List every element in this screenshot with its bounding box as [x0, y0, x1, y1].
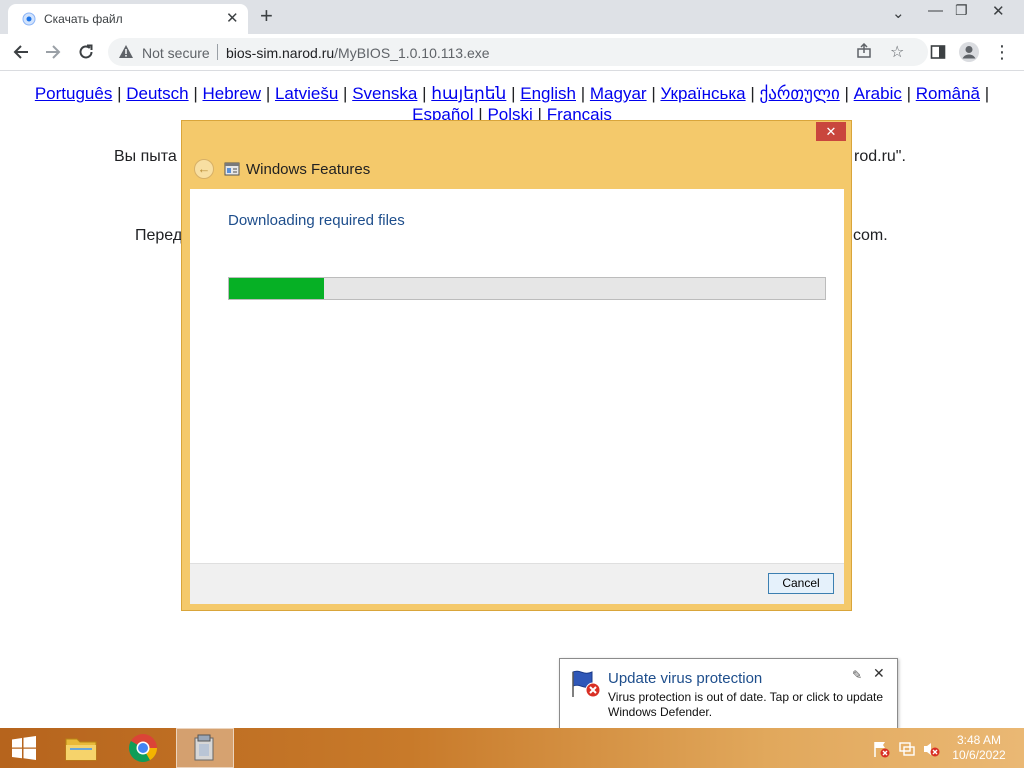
download-status-heading: Downloading required files	[228, 212, 405, 229]
taskbar-file-explorer[interactable]	[58, 728, 104, 768]
window-close-icon[interactable]: ✕	[992, 2, 1005, 20]
browser-toolbar: Not secure bios-sim.narod.ru/MyBIOS_1.0.…	[0, 34, 1024, 71]
language-link[interactable]: Magyar	[590, 84, 647, 103]
file-explorer-icon	[65, 738, 97, 761]
back-icon[interactable]	[9, 40, 33, 64]
notification-close-icon[interactable]: ✕	[873, 665, 885, 682]
dialog-close-button[interactable]: ✕	[816, 122, 846, 141]
language-link[interactable]: Deutsch	[126, 84, 188, 103]
language-link[interactable]: English	[520, 84, 576, 103]
windows-logo-icon	[12, 736, 36, 760]
language-separator: |	[265, 84, 271, 103]
network-icon[interactable]	[898, 740, 916, 758]
page-text-line2-left: Перед	[135, 227, 183, 244]
language-separator: |	[984, 84, 990, 103]
language-separator: |	[343, 84, 348, 103]
language-links: Português | Deutsch | Hebrew | Latviešu …	[20, 83, 1004, 125]
security-label[interactable]: Not secure	[142, 45, 210, 61]
notification-message: Virus protection is out of date. Tap or …	[608, 690, 884, 719]
back-arrow-icon[interactable]: ←	[194, 159, 214, 179]
language-link[interactable]: հայերեն	[431, 84, 506, 103]
language-link[interactable]: Arabic	[854, 84, 902, 103]
tab-close-icon[interactable]: ✕	[226, 9, 239, 27]
language-link[interactable]: Svenska	[352, 84, 417, 103]
new-tab-icon[interactable]: +	[260, 3, 273, 29]
system-clock[interactable]: 3:48 AM 10/6/2022	[946, 733, 1012, 763]
url-text[interactable]: bios-sim.narod.ru/MyBIOS_1.0.10.113.exe	[226, 45, 490, 61]
restore-icon[interactable]: ❐	[955, 2, 968, 19]
language-separator: |	[580, 84, 586, 103]
pin-icon[interactable]: ✎	[852, 668, 862, 682]
progress-fill	[229, 278, 325, 299]
taskbar-windows-features[interactable]	[176, 728, 234, 768]
clock-date: 10/6/2022	[952, 748, 1006, 762]
language-separator: |	[651, 84, 656, 103]
address-divider	[217, 44, 218, 60]
action-center-flag-icon[interactable]	[872, 740, 890, 758]
download-progress-bar	[228, 277, 826, 300]
address-bar[interactable]: Not secure bios-sim.narod.ru/MyBIOS_1.0.…	[108, 38, 928, 66]
url-host: bios-sim.narod.ru	[226, 45, 335, 61]
page-text-line2-right: com.	[853, 227, 888, 244]
language-link[interactable]: Latviešu	[275, 84, 338, 103]
dialog-title: Windows Features	[246, 161, 371, 178]
language-separator: |	[422, 84, 427, 103]
dialog-footer: Cancel	[190, 563, 844, 604]
windows-features-icon	[224, 162, 240, 176]
side-panel-icon[interactable]	[926, 40, 950, 64]
windows-features-dialog: ✕ ← Windows Features Downloading require…	[181, 120, 852, 611]
page-text-line1-left: Вы пыта	[114, 148, 177, 165]
tab-search-chevron-icon[interactable]: ⌄	[892, 4, 905, 22]
forward-icon[interactable]	[41, 40, 65, 64]
bookmark-star-icon[interactable]: ☆	[890, 42, 904, 62]
clock-time: 3:48 AM	[956, 733, 1002, 747]
dialog-body: Downloading required files	[190, 189, 844, 563]
notification-title: Update virus protection	[608, 670, 763, 687]
defender-notification[interactable]: Update virus protection Virus protection…	[559, 658, 898, 729]
language-separator: |	[844, 84, 849, 103]
taskbar-chrome[interactable]	[118, 728, 168, 768]
language-separator: |	[511, 84, 516, 103]
language-link[interactable]: Hebrew	[202, 84, 261, 103]
language-link[interactable]: Română	[916, 84, 980, 103]
minimize-icon[interactable]: —	[928, 2, 943, 19]
profile-avatar-icon[interactable]	[957, 40, 981, 64]
cancel-button[interactable]: Cancel	[768, 573, 834, 594]
page-text-line1-right: rod.ru".	[854, 148, 906, 165]
language-link[interactable]: Українська	[660, 84, 745, 103]
installer-icon	[194, 734, 214, 761]
taskbar: 3:48 AM 10/6/2022	[0, 728, 1024, 768]
language-separator: |	[750, 84, 755, 103]
tab-title: Скачать файл	[44, 12, 123, 26]
menu-dots-icon[interactable]: ⋮	[990, 40, 1014, 64]
chrome-icon	[129, 734, 157, 762]
language-link[interactable]: Português	[35, 84, 113, 103]
reload-icon[interactable]	[74, 40, 98, 64]
loading-icon	[22, 12, 36, 26]
browser-tab[interactable]: Скачать файл ✕	[8, 4, 248, 34]
url-path: /MyBIOS_1.0.10.113.exe	[334, 45, 490, 61]
share-icon[interactable]	[856, 43, 872, 59]
language-separator: |	[193, 84, 198, 103]
tab-strip: Скачать файл ✕ + ⌄ — ❐ ✕	[0, 0, 1024, 34]
volume-muted-icon[interactable]	[922, 740, 940, 758]
windows-defender-flag-icon	[572, 670, 601, 698]
language-separator: |	[906, 84, 911, 103]
language-separator: |	[117, 84, 122, 103]
language-link[interactable]: ქართული	[759, 84, 839, 103]
warning-icon[interactable]	[118, 44, 134, 59]
start-button[interactable]	[0, 728, 48, 768]
